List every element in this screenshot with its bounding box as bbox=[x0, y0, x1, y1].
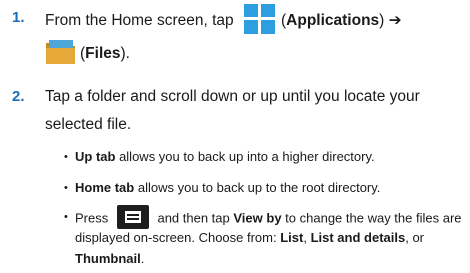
folder-icon bbox=[46, 40, 75, 64]
bullet-home-tab: Home tab allows you to back up to the ro… bbox=[75, 179, 380, 197]
files-label: Files bbox=[85, 45, 121, 62]
bullet-term: Up tab bbox=[75, 149, 116, 164]
step-1-line-1: From the Home screen, tap (Applications)… bbox=[45, 4, 402, 36]
bullet-dot: • bbox=[64, 211, 68, 223]
period: . bbox=[140, 251, 145, 266]
bullet-term: Home tab bbox=[75, 180, 135, 195]
step-2-line-1: Tap a folder and scroll down or up until… bbox=[45, 88, 420, 105]
option-list-and-details: List and details bbox=[310, 230, 406, 245]
step-1-text: From the Home screen, tap bbox=[45, 12, 234, 30]
bullet-up-tab: Up tab allows you to back up into a high… bbox=[75, 148, 375, 166]
bullet-text: to change the way the files are bbox=[281, 210, 462, 226]
separator: , or bbox=[405, 230, 425, 245]
bullet-press-menu-line-1: Press and then tap View by to change the… bbox=[75, 205, 462, 231]
step-1-line-2: (Files). bbox=[80, 45, 130, 62]
press-text: Press bbox=[75, 210, 109, 226]
bullet-dot: • bbox=[64, 182, 68, 194]
bullet-text: allows you to back up to the root direct… bbox=[134, 180, 381, 195]
step-number: 1. bbox=[12, 9, 25, 26]
step-2-line-2: selected file. bbox=[45, 116, 132, 133]
bullet-press-menu-line-3: Thumbnail. bbox=[75, 250, 144, 268]
view-by-label: View by bbox=[233, 210, 282, 226]
bullet-text: allows you to back up into a higher dire… bbox=[115, 149, 375, 164]
bullet-text: displayed on-screen. Choose from: bbox=[75, 230, 281, 245]
apps-grid-icon bbox=[243, 4, 275, 34]
bullet-press-menu-line-2: displayed on-screen. Choose from: List , … bbox=[75, 229, 424, 247]
menu-key-icon bbox=[116, 205, 149, 229]
bullet-dot: • bbox=[64, 151, 68, 163]
option-list: List bbox=[280, 230, 304, 245]
then-tap-text: and then tap bbox=[153, 210, 234, 226]
separator: , bbox=[303, 230, 311, 245]
option-thumbnail: Thumbnail bbox=[75, 251, 141, 266]
applications-label: Applications bbox=[286, 12, 380, 30]
step-number: 2. bbox=[12, 88, 25, 105]
arrow-icon: ➔ bbox=[388, 12, 402, 30]
